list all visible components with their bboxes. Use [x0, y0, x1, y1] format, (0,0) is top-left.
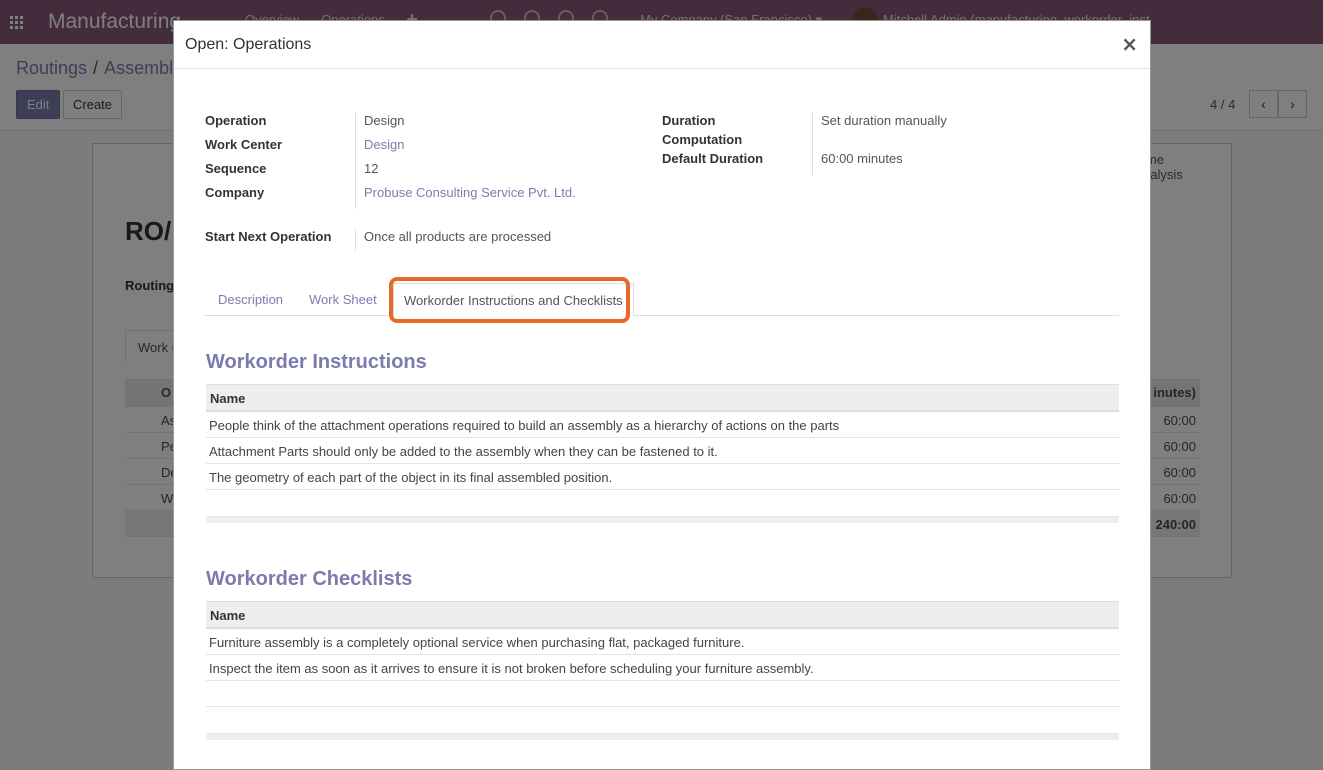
sequence-value[interactable]: 12 [364, 161, 378, 176]
table-row[interactable]: Inspect the item as soon as it arrives t… [206, 655, 1119, 681]
duration-computation-value[interactable]: Set duration manually [821, 113, 947, 128]
table-row[interactable]: Furniture assembly is a completely optio… [206, 629, 1119, 655]
work-center-link[interactable]: Design [364, 137, 404, 152]
operation-dialog: Open: Operations × Operation Design Work… [173, 20, 1151, 770]
instructions-title: Workorder Instructions [206, 351, 427, 373]
table-row[interactable]: The geometry of each part of the object … [206, 464, 1119, 490]
instructions-header-name[interactable]: Name [206, 385, 1119, 412]
operation-value[interactable]: Design [364, 113, 404, 128]
close-icon[interactable]: × [1121, 32, 1138, 56]
default-duration-value[interactable]: 60:00 minutes [821, 151, 903, 166]
checklists-header-name[interactable]: Name [206, 602, 1119, 629]
tab-work-sheet[interactable]: Work Sheet [309, 292, 377, 307]
tab-highlight-annotation [389, 277, 630, 323]
table-row[interactable]: Attachment Parts should only be added to… [206, 438, 1119, 464]
table-row-empty [206, 681, 1119, 707]
company-link[interactable]: Probuse Consulting Service Pvt. Ltd. [364, 185, 576, 200]
default-duration-label: Default Duration [662, 151, 764, 166]
dialog-title: Open: Operations [185, 36, 312, 53]
duration-computation-label-2: Computation [662, 132, 743, 147]
notebook-tabs: Description Work Sheet Workorder Instruc… [205, 283, 1119, 316]
instructions-footer [206, 516, 1119, 523]
table-row[interactable]: People think of the attachment operation… [206, 412, 1119, 438]
checklists-title: Workorder Checklists [206, 568, 413, 590]
checklists-footer [206, 733, 1119, 740]
instructions-table: Name People think of the attachment oper… [206, 384, 1119, 523]
duration-computation-label: Duration [662, 113, 716, 128]
dialog-header: Open: Operations × [174, 21, 1150, 69]
checklists-table: Name Furniture assembly is a completely … [206, 601, 1119, 740]
tab-description[interactable]: Description [218, 292, 283, 307]
start-next-value[interactable]: Once all products are processed [364, 229, 551, 244]
